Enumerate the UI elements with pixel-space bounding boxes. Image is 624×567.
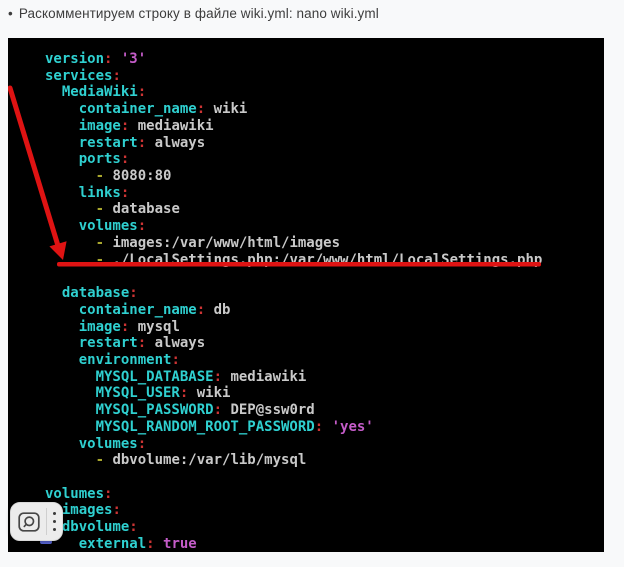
code-line: links: xyxy=(8,185,604,202)
screenshot-lens-button[interactable] xyxy=(11,503,46,540)
code-line: volumes: xyxy=(8,486,604,503)
screenshot-lens-icon xyxy=(18,512,40,532)
code-line: - 8080:80 xyxy=(8,168,604,185)
more-options-button[interactable] xyxy=(47,503,62,540)
code-line: restart: always xyxy=(8,335,604,352)
terminal-code: version: '3'services: MediaWiki: contain… xyxy=(8,51,604,552)
screenshot-tool-overlay xyxy=(10,502,63,541)
code-line: container_name: wiki xyxy=(8,101,604,118)
code-line: MYSQL_USER: wiki xyxy=(8,385,604,402)
code-line: images: xyxy=(8,502,604,519)
code-line: restart: always xyxy=(8,135,604,152)
code-line: MYSQL_DATABASE: mediawiki xyxy=(8,369,604,386)
code-line: environment: xyxy=(8,352,604,369)
code-line: - images:/var/www/html/images xyxy=(8,235,604,252)
code-line: version: '3' xyxy=(8,51,604,68)
note-line: • Раскомментируем строку в файле wiki.yml… xyxy=(8,6,608,21)
code-line: - database xyxy=(8,201,604,218)
code-line: MYSQL_PASSWORD: DEP@ssw0rd xyxy=(8,402,604,419)
code-line: image: mysql xyxy=(8,319,604,336)
code-line: dbvolume: xyxy=(8,519,604,536)
code-line: image: mediawiki xyxy=(8,118,604,135)
code-line: MYSQL_RANDOM_ROOT_PASSWORD: 'yes' xyxy=(8,419,604,436)
code-line: database: xyxy=(8,285,604,302)
bullet-marker: • xyxy=(8,6,13,21)
note-text: Раскомментируем строку в файле wiki.yml:… xyxy=(19,6,379,21)
code-line xyxy=(8,469,604,486)
code-line: ports: xyxy=(8,151,604,168)
code-line: volumes: xyxy=(8,436,604,453)
code-line: services: xyxy=(8,68,604,85)
code-line: MediaWiki: xyxy=(8,84,604,101)
terminal-window[interactable]: version: '3'services: MediaWiki: contain… xyxy=(8,38,604,552)
kebab-menu-icon xyxy=(53,512,56,531)
code-line: - dbvolume:/var/lib/mysql xyxy=(8,452,604,469)
code-line: volumes: xyxy=(8,218,604,235)
code-line xyxy=(8,268,604,285)
code-line: external: true xyxy=(8,536,604,552)
code-line: - ./LocalSettings.php:/var/www/html/Loca… xyxy=(8,252,604,269)
code-line: container_name: db xyxy=(8,302,604,319)
